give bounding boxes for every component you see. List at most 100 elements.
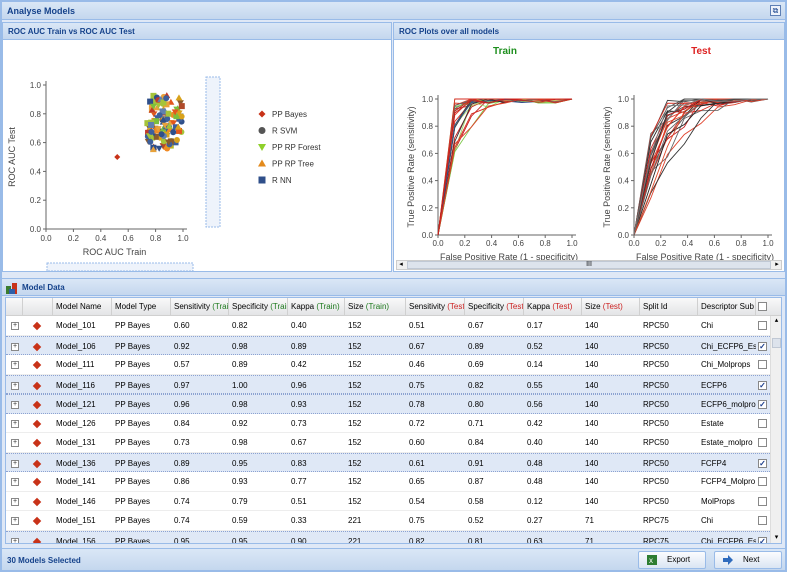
square-marker-icon [258, 176, 266, 184]
scatter-point[interactable] [178, 103, 185, 110]
table-row[interactable]: + Model_146 PP Bayes 0.74 0.79 0.51 152 0.54 0.5… [6, 492, 770, 511]
scatter-x-tick-label: 0.0 [40, 234, 52, 243]
scatter-point[interactable] [160, 138, 167, 145]
column-header[interactable]: Model Type [112, 298, 171, 316]
table-row[interactable]: + Model_131 PP Bayes 0.73 0.98 0.67 152 0.60 0.8… [6, 433, 770, 453]
model-data-grid: Model NameModel TypeSensitivity (Train)S… [5, 297, 782, 544]
scatter-y-tick-label: 0.6 [30, 139, 42, 148]
row-select-checkbox[interactable] [758, 321, 767, 330]
cell-sens_tr: 0.60 [174, 321, 190, 330]
table-row[interactable]: + Model_156 PP Bayes 0.95 0.95 0.90 221 0.82 0.8… [6, 530, 770, 544]
vscroll-thumb[interactable] [772, 338, 781, 348]
next-button[interactable]: Next [714, 551, 782, 569]
row-select-checkbox[interactable] [758, 360, 767, 369]
column-header[interactable]: Specificity (Train) [229, 298, 288, 316]
row-select-checkbox[interactable]: ✓ [758, 400, 767, 409]
restore-icon[interactable]: ⧉ [770, 5, 781, 16]
scroll-up-arrow-icon[interactable]: ▴ [772, 317, 781, 325]
cell-spec_tr: 0.95 [232, 458, 248, 468]
table-row[interactable]: + Model_121 PP Bayes 0.96 0.98 0.93 152 0.78 0.8… [6, 394, 770, 414]
cell-sens_te: 0.65 [409, 477, 425, 486]
row-expand-icon[interactable]: + [11, 342, 19, 351]
row-expand-icon[interactable]: + [11, 381, 19, 390]
table-row[interactable]: + Model_126 PP Bayes 0.84 0.92 0.73 152 0.72 0.7… [6, 414, 770, 433]
scatter-y-range-slider[interactable] [205, 76, 221, 228]
row-select-checkbox[interactable] [758, 418, 767, 428]
column-header[interactable]: Kappa (Test) [524, 298, 582, 316]
cell-size_te: 140 [585, 458, 599, 468]
column-header[interactable]: Sensitivity (Test) [406, 298, 465, 316]
cell-desc: Chi_ECFP6_Es [701, 536, 756, 544]
export-button[interactable]: x Export [638, 551, 706, 569]
cell-name: Model_126 [56, 418, 96, 428]
column-header[interactable]: Model Name [53, 298, 112, 316]
cell-name: Model_146 [56, 496, 96, 506]
footer-toolbar: 30 Models Selected x Export Next [2, 548, 785, 570]
scatter-point[interactable] [158, 131, 165, 138]
column-header[interactable]: Split Id [640, 298, 698, 316]
scatter-point[interactable] [173, 137, 180, 144]
scatter-point[interactable] [165, 110, 172, 117]
cell-sens_te: 0.75 [409, 516, 425, 525]
cell-sens_te: 0.75 [409, 380, 425, 390]
row-select-checkbox[interactable]: ✓ [758, 536, 767, 543]
scroll-down-arrow-icon[interactable]: ▾ [772, 534, 781, 542]
row-select-checkbox[interactable]: ✓ [758, 380, 767, 390]
row-select-checkbox[interactable]: ✓ [758, 458, 767, 468]
row-select-checkbox[interactable]: ✓ [758, 341, 767, 351]
row-expand-icon[interactable]: + [11, 419, 19, 428]
row-select-checkbox[interactable] [758, 438, 767, 447]
scatter-point[interactable] [156, 112, 163, 119]
row-expand-icon[interactable]: + [11, 322, 19, 330]
column-header[interactable]: Size (Test) [582, 298, 640, 316]
table-row[interactable]: + Model_106 PP Bayes 0.92 0.98 0.89 152 0.67 0.8… [6, 335, 770, 355]
cell-name: Model_106 [56, 341, 96, 351]
cell-size_tr: 152 [348, 438, 362, 447]
column-header[interactable]: Sensitivity (Train) [171, 298, 229, 316]
table-row[interactable]: + Model_111 PP Bayes 0.57 0.89 0.42 152 0.46 0.6… [6, 355, 770, 375]
cell-name: Model_131 [56, 438, 96, 447]
scatter-x-range-slider[interactable] [46, 262, 194, 271]
scatter-point[interactable] [147, 138, 154, 145]
roc-horizontal-scrollbar[interactable]: ◂ III ▸ [396, 260, 782, 270]
scatter-point[interactable] [148, 121, 155, 128]
column-header[interactable]: Specificity (Test) [465, 298, 524, 316]
scatter-point[interactable] [147, 98, 154, 105]
row-expand-icon[interactable]: + [11, 401, 19, 409]
row-expand-icon[interactable]: + [11, 497, 19, 506]
scatter-point[interactable] [148, 128, 155, 135]
select-all-checkbox[interactable] [758, 302, 767, 311]
scroll-left-arrow-icon[interactable]: ◂ [397, 261, 405, 269]
scatter-point[interactable] [114, 154, 121, 160]
table-row[interactable]: + Model_141 PP Bayes 0.86 0.93 0.77 152 0.65 0.8… [6, 472, 770, 492]
scrollbar-thumb[interactable]: III [407, 261, 771, 269]
row-select-checkbox[interactable] [758, 496, 767, 506]
column-header[interactable]: Size (Train) [345, 298, 406, 316]
scatter-point[interactable] [163, 95, 170, 102]
cell-kap_te: 0.55 [527, 380, 543, 390]
column-header-tag: (Test) [447, 302, 465, 311]
row-expand-icon[interactable]: + [11, 537, 19, 543]
row-expand-icon[interactable]: + [11, 478, 19, 486]
scatter-point[interactable] [175, 94, 183, 101]
window-title: Analyse Models [7, 6, 76, 16]
scroll-right-arrow-icon[interactable]: ▸ [773, 261, 781, 269]
row-select-checkbox[interactable] [758, 516, 767, 525]
column-header-tag: (Test) [602, 302, 623, 311]
row-expand-icon[interactable]: + [11, 459, 19, 468]
column-header[interactable]: Kappa (Train) [288, 298, 345, 316]
row-select-checkbox[interactable] [758, 477, 767, 486]
cell-sens_tr: 0.74 [174, 516, 190, 525]
row-expand-icon[interactable]: + [11, 439, 19, 447]
table-row[interactable]: + Model_116 PP Bayes 0.97 1.00 0.96 152 0.75 0.8… [6, 374, 770, 394]
pp-bayes-marker-icon [32, 459, 42, 468]
table-row[interactable]: + Model_101 PP Bayes 0.60 0.82 0.40 152 0.51 0.6… [6, 316, 770, 336]
row-expand-icon[interactable]: + [11, 361, 19, 369]
column-header[interactable]: Descriptor Sub [698, 298, 756, 316]
table-row[interactable]: + Model_136 PP Bayes 0.89 0.95 0.83 152 0.61 0.9… [6, 452, 770, 472]
table-row[interactable]: + Model_151 PP Bayes 0.74 0.59 0.33 221 0.75 0.5… [6, 511, 770, 531]
grid-vertical-scrollbar[interactable]: ▴ ▾ [770, 316, 781, 543]
scatter-point[interactable] [170, 129, 177, 136]
row-expand-icon[interactable]: + [11, 517, 19, 525]
column-header-label: Specificity [468, 302, 505, 311]
